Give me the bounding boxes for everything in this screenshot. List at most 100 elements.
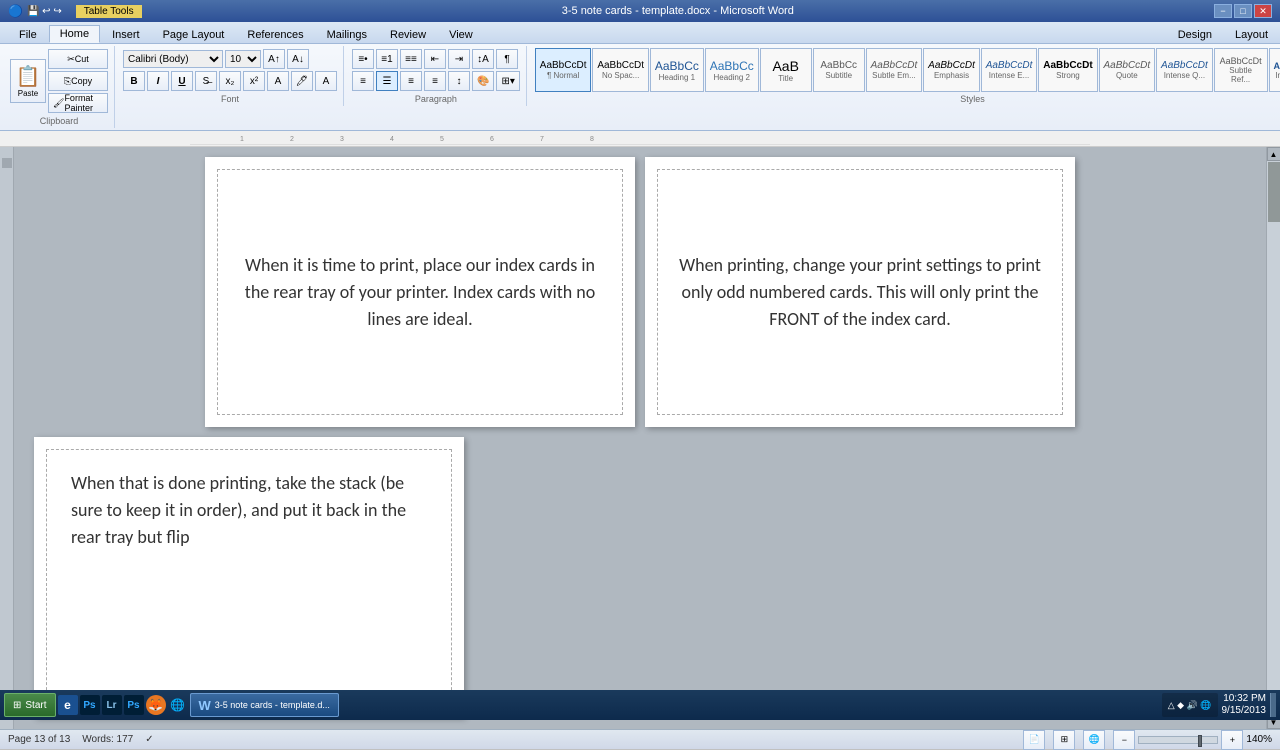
clock-time: 10:32 PM: [1222, 693, 1267, 705]
minimize-button[interactable]: −: [1214, 4, 1232, 18]
bullets-button[interactable]: ≡•: [352, 49, 374, 69]
font-group: Calibri (Body) 10 11 12 14 16 18 A↑ A↓ B…: [117, 46, 344, 106]
page-card-2[interactable]: When printing, change your print setting…: [645, 157, 1075, 427]
style-quote[interactable]: AaBbCcDt Quote: [1099, 48, 1156, 92]
paste-button[interactable]: 📋 Paste: [10, 59, 46, 103]
style-subtle-ref-preview: AaBbCcDt: [1220, 56, 1262, 66]
zoom-slider-thumb[interactable]: [1198, 735, 1202, 747]
show-desktop-button[interactable]: [1270, 693, 1276, 717]
style-subtitle-preview: AaBbCc: [820, 60, 857, 71]
format-painter-button[interactable]: 🖌 Format Painter: [48, 93, 108, 113]
tab-references[interactable]: References: [236, 25, 314, 43]
tab-view[interactable]: View: [438, 25, 484, 43]
style-no-space-preview: AaBbCcDt: [597, 60, 644, 71]
copy-button[interactable]: ⎘ Copy: [48, 71, 108, 91]
taskbar-photoshop[interactable]: Ps: [80, 695, 100, 715]
subscript-button[interactable]: x₂: [219, 71, 241, 91]
style-intense-q[interactable]: AaBbCcDt Intense Q...: [1156, 48, 1213, 92]
zoom-slider[interactable]: [1138, 736, 1218, 744]
view-fullscreen-button[interactable]: ⊞: [1053, 730, 1075, 750]
page-row-2: When that is done printing, take the sta…: [34, 437, 1246, 717]
align-right-button[interactable]: ≡: [400, 71, 422, 91]
style-heading1-preview: AaBbCc: [655, 59, 699, 73]
maximize-button[interactable]: □: [1234, 4, 1252, 18]
text-effects-button[interactable]: A: [267, 71, 289, 91]
tab-mailings[interactable]: Mailings: [316, 25, 378, 43]
line-spacing-button[interactable]: ↕: [448, 71, 470, 91]
font-size-select[interactable]: 10 11 12 14 16 18: [225, 50, 261, 68]
scrollbar-thumb[interactable]: [1268, 162, 1280, 222]
tab-home[interactable]: Home: [49, 25, 100, 43]
align-center-button[interactable]: ☰: [376, 71, 398, 91]
superscript-button[interactable]: x²: [243, 71, 265, 91]
sidebar-ctrl1[interactable]: [2, 158, 12, 168]
align-left-button[interactable]: ≡: [352, 71, 374, 91]
taskbar-firefox[interactable]: 🦊: [146, 695, 166, 715]
cut-button[interactable]: ✂ Cut: [48, 49, 108, 69]
strikethrough-button[interactable]: S̶: [195, 71, 217, 91]
title-bar-controls[interactable]: − □ ✕: [1214, 4, 1272, 18]
word-taskbar-label: 3-5 note cards - template.d...: [215, 700, 330, 710]
tab-insert[interactable]: Insert: [101, 25, 151, 43]
style-heading1[interactable]: AaBbCc Heading 1: [650, 48, 704, 92]
title-bar: 🔵 💾 ↩ ↪ Table Tools 3-5 note cards - tem…: [0, 0, 1280, 22]
underline-button[interactable]: U: [171, 71, 193, 91]
highlight-button[interactable]: 🖊: [291, 71, 313, 91]
borders-button[interactable]: ⊞▾: [496, 71, 519, 91]
style-subtle-em[interactable]: AaBbCcDt Subtle Em...: [866, 48, 923, 92]
zoom-in-button[interactable]: +: [1221, 730, 1243, 750]
view-web-button[interactable]: 🌐: [1083, 730, 1105, 750]
zoom-out-button[interactable]: −: [1113, 730, 1135, 750]
scroll-area[interactable]: When it is time to print, place our inde…: [14, 147, 1266, 729]
page-info-text: Page 13 of 13: [8, 734, 70, 745]
italic-button[interactable]: I: [147, 71, 169, 91]
tab-review[interactable]: Review: [379, 25, 437, 43]
zoom-level: 140%: [1246, 734, 1272, 745]
justify-button[interactable]: ≡: [424, 71, 446, 91]
style-emphasis[interactable]: AaBbCcDt Emphasis: [923, 48, 980, 92]
shrink-font-button[interactable]: A↓: [287, 49, 309, 69]
style-strong[interactable]: AaBbCcDt Strong: [1038, 48, 1097, 92]
taskbar-lightroom[interactable]: Lr: [102, 695, 122, 715]
grow-font-button[interactable]: A↑: [263, 49, 285, 69]
taskbar-chrome[interactable]: 🌐: [168, 695, 188, 715]
font-name-select[interactable]: Calibri (Body): [123, 50, 223, 68]
style-intense-r[interactable]: AaBbCcDt Intense R...: [1269, 48, 1280, 92]
numbering-button[interactable]: ≡1: [376, 49, 398, 69]
ruler: 1 2 3 4 5 6 7 8: [0, 131, 1280, 147]
increase-indent-button[interactable]: ⇥: [448, 49, 470, 69]
taskbar-photoshop2[interactable]: Ps: [124, 695, 144, 715]
bold-button[interactable]: B: [123, 71, 145, 91]
start-button[interactable]: ⊞ Start: [4, 693, 56, 717]
style-normal[interactable]: AaBbCcDt ¶ Normal: [535, 48, 592, 92]
font-color-button[interactable]: A: [315, 71, 337, 91]
tab-layout[interactable]: Layout: [1224, 25, 1279, 43]
svg-text:3: 3: [340, 136, 344, 143]
multilevel-button[interactable]: ≡≡: [400, 49, 422, 69]
taskbar-ie[interactable]: e: [58, 695, 78, 715]
tab-file[interactable]: File: [8, 25, 48, 43]
style-subtle-ref[interactable]: AaBbCcDt Subtle Ref...: [1214, 48, 1268, 92]
tab-design[interactable]: Design: [1167, 25, 1223, 43]
style-intense-e[interactable]: AaBbCcDt Intense E...: [981, 48, 1038, 92]
taskbar-word[interactable]: W 3-5 note cards - template.d...: [190, 693, 339, 717]
shading-button[interactable]: 🎨: [472, 71, 494, 91]
view-print-button[interactable]: 📄: [1023, 730, 1045, 750]
show-formatting-button[interactable]: ¶: [496, 49, 518, 69]
svg-text:1: 1: [240, 136, 244, 143]
close-button[interactable]: ✕: [1254, 4, 1272, 18]
clock[interactable]: 10:32 PM 9/15/2013: [1222, 693, 1267, 717]
svg-text:2: 2: [290, 136, 294, 143]
style-no-space[interactable]: AaBbCcDt No Spac...: [592, 48, 649, 92]
style-title[interactable]: AaB Title: [760, 48, 812, 92]
svg-text:4: 4: [390, 136, 394, 143]
tab-page-layout[interactable]: Page Layout: [152, 25, 236, 43]
scrollbar-track[interactable]: [1267, 161, 1280, 715]
page-card-1[interactable]: When it is time to print, place our inde…: [205, 157, 635, 427]
decrease-indent-button[interactable]: ⇤: [424, 49, 446, 69]
style-heading2[interactable]: AaBbCc Heading 2: [705, 48, 759, 92]
style-subtitle[interactable]: AaBbCc Subtitle: [813, 48, 865, 92]
scroll-up-button[interactable]: ▲: [1267, 147, 1280, 161]
sort-button[interactable]: ↕A: [472, 49, 494, 69]
page-card-3[interactable]: When that is done printing, take the sta…: [34, 437, 464, 717]
